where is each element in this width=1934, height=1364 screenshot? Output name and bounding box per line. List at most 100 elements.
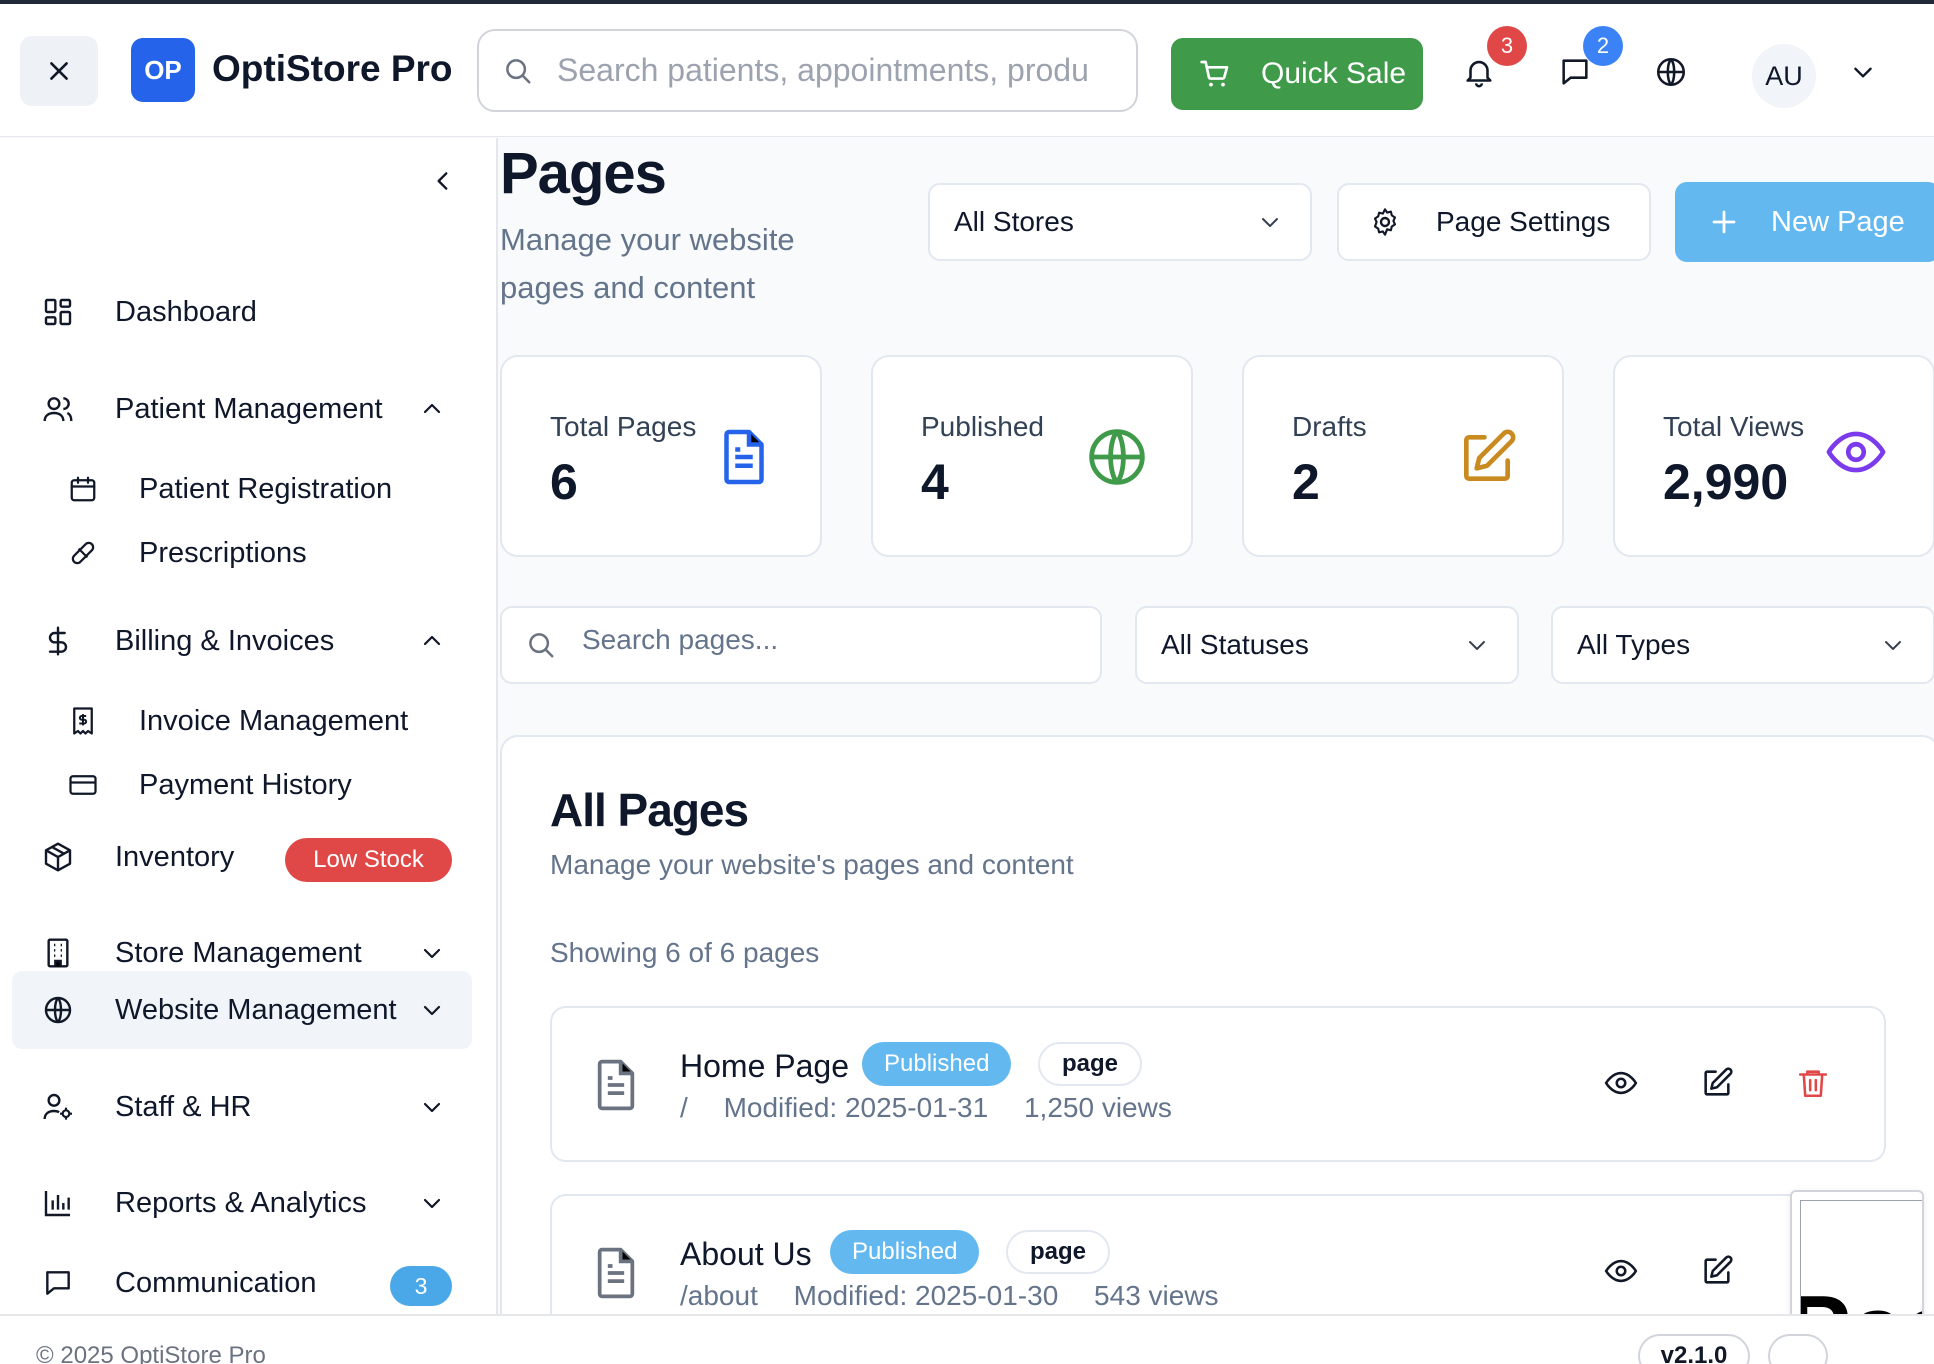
stat-label: Total Views: [1663, 411, 1805, 442]
sidebar-subitem-payment-history[interactable]: Payment History: [12, 755, 472, 815]
search-icon: [506, 58, 531, 83]
eye-icon: [1826, 431, 1886, 473]
cart-icon: [1200, 60, 1229, 87]
page-settings-label: Page Settings: [1436, 206, 1611, 237]
page-views: 1,250 views: [1023, 1092, 1172, 1123]
page-modified: Modified: 2025-01-30: [793, 1280, 1059, 1311]
page-settings-button[interactable]: Page Settings: [1337, 183, 1651, 261]
plus-icon: [1712, 210, 1736, 234]
sidebar-item-label: Patient Registration: [139, 472, 393, 505]
chevron-down-icon: [423, 1198, 441, 1209]
stat-value: 2: [1292, 454, 1320, 510]
quick-sale-button[interactable]: Quick Sale: [1171, 38, 1423, 110]
search-icon: [529, 633, 554, 658]
stat-card-total-pages: Total Pages 6: [500, 355, 822, 557]
page-modified: Modified: 2025-01-31: [723, 1092, 989, 1123]
chevron-left-icon: [437, 172, 448, 190]
page-meta: / Modified: 2025-01-31 1,250 views: [680, 1092, 1200, 1124]
receipt-icon: [73, 707, 93, 735]
notifications-badge: 3: [1487, 26, 1527, 66]
global-search[interactable]: [477, 29, 1138, 112]
pill-icon: [71, 541, 95, 565]
user-menu-toggle[interactable]: [1843, 52, 1883, 92]
status-badge: Published: [862, 1042, 1012, 1086]
page-path: /about: [680, 1280, 758, 1311]
page-name[interactable]: Home Page: [680, 1048, 849, 1085]
sidebar-item-label: Billing & Invoices: [115, 624, 335, 657]
sidebar-item-label: Invoice Management: [139, 704, 409, 737]
view-icon[interactable]: [1604, 1066, 1638, 1100]
bar-chart-icon: [44, 1191, 70, 1217]
message-square-icon: [1562, 59, 1588, 85]
edit-icon: [1464, 429, 1516, 481]
language-button[interactable]: [1651, 52, 1691, 92]
pages-search[interactable]: [500, 606, 1102, 684]
user-avatar[interactable]: AU: [1752, 44, 1816, 108]
stat-label: Total Pages: [550, 411, 697, 442]
copyright-text: © 2025 OptiStore Pro: [36, 1342, 266, 1364]
chevron-up-icon: [423, 635, 441, 646]
close-button[interactable]: [20, 36, 98, 106]
communication-badge: 3: [390, 1266, 452, 1306]
sidebar-item-label: Dashboard: [115, 295, 257, 328]
dollar-icon: [48, 626, 68, 656]
file-text-icon: [724, 429, 764, 485]
sidebar-item-reports-analytics[interactable]: Reports & Analytics: [12, 1164, 472, 1242]
app-title: OptiStore Pro: [212, 48, 453, 89]
stat-card-total-views: Total Views 2,990: [1613, 355, 1934, 557]
page-row[interactable]: Home Page Published page / Modified: 202…: [550, 1006, 1886, 1162]
showing-count: Showing 6 of 6 pages: [550, 937, 820, 968]
edit-icon[interactable]: [1700, 1254, 1734, 1288]
footer-pill: [1768, 1334, 1828, 1364]
status-filter-value: All Statuses: [1161, 629, 1309, 660]
sidebar-item-label: Reports & Analytics: [115, 1186, 367, 1219]
sidebar-item-staff-hr[interactable]: Staff & HR: [12, 1068, 472, 1146]
page-name[interactable]: About Us: [680, 1236, 812, 1273]
sidebar-subitem-invoice-management[interactable]: Invoice Management: [12, 691, 472, 751]
page-meta: /about Modified: 2025-01-30 543 views: [680, 1280, 1247, 1312]
status-badge: Published: [830, 1230, 980, 1274]
new-page-label: New Page: [1771, 205, 1905, 238]
sidebar-item-label: Prescriptions: [139, 536, 307, 569]
page-subtitle: Manage your website pages and content: [500, 222, 795, 305]
app-logo: OP: [131, 38, 195, 102]
stat-label: Published: [921, 411, 1044, 442]
stat-value: 4: [921, 454, 949, 510]
sidebar-item-website-management[interactable]: Website Management: [12, 971, 472, 1049]
sidebar-subitem-patient-registration[interactable]: Patient Registration: [12, 459, 472, 519]
sidebar-item-patient-management[interactable]: Patient Management: [12, 370, 472, 448]
calendar-icon: [70, 476, 96, 502]
dashboard-icon: [44, 298, 72, 326]
type-filter-select[interactable]: All Types: [1551, 606, 1934, 684]
store-select[interactable]: All Stores: [928, 183, 1312, 261]
chevron-down-icon: [423, 948, 441, 959]
sidebar-item-communication[interactable]: Communication 3: [12, 1244, 472, 1322]
stat-value: 6: [550, 454, 578, 510]
page-views: 543 views: [1094, 1280, 1219, 1311]
sidebar-item-billing-invoices[interactable]: Billing & Invoices: [12, 602, 472, 680]
sidebar-item-dashboard[interactable]: Dashboard: [12, 273, 472, 351]
all-pages-card: All Pages Manage your website's pages an…: [500, 735, 1934, 1335]
new-page-button[interactable]: New Page: [1675, 182, 1934, 262]
trash-icon[interactable]: [1796, 1066, 1830, 1100]
sidebar-subitem-prescriptions[interactable]: Prescriptions: [12, 523, 472, 583]
sidebar: Dashboard Patient Management Patient Reg…: [0, 138, 498, 1314]
chevron-down-icon: [1854, 67, 1872, 78]
file-icon: [597, 1247, 635, 1299]
footer: © 2025 OptiStore Pro v2.1.0: [0, 1314, 1934, 1364]
stat-card-published: Published 4: [871, 355, 1193, 557]
pages-search-input[interactable]: [582, 624, 1082, 656]
view-icon[interactable]: [1604, 1254, 1638, 1288]
bell-icon: [1466, 60, 1492, 88]
edit-icon[interactable]: [1700, 1066, 1734, 1100]
status-filter-select[interactable]: All Statuses: [1135, 606, 1519, 684]
sidebar-item-label: Patient Management: [115, 392, 383, 425]
close-icon: [50, 62, 68, 80]
global-search-input[interactable]: [557, 52, 1117, 89]
globe-icon: [1089, 429, 1145, 485]
stat-card-drafts: Drafts 2: [1242, 355, 1564, 557]
sidebar-collapse-button[interactable]: [430, 168, 456, 194]
page-path: /: [680, 1092, 688, 1123]
user-cog-icon: [43, 1093, 72, 1120]
sidebar-item-inventory[interactable]: Inventory Low Stock: [12, 818, 472, 896]
